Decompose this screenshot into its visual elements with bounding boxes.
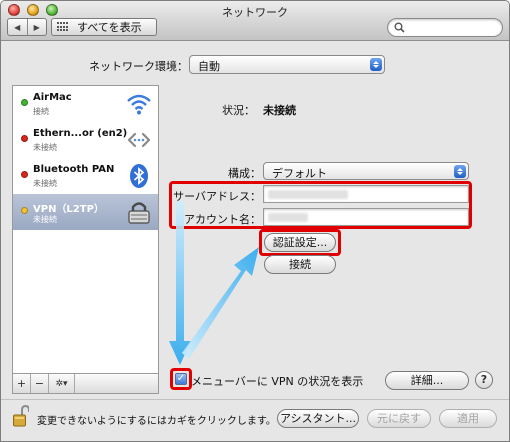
service-item-airmac[interactable]: AirMac 接続 xyxy=(13,86,158,122)
menubar-vpn-label: メニューバーに VPN の状況を表示 xyxy=(191,375,364,388)
lock-icon[interactable] xyxy=(13,405,29,427)
grid-icon xyxy=(57,22,69,32)
vpn-lock-icon xyxy=(128,202,150,224)
service-status: 未接続 xyxy=(33,143,57,152)
arrow-up-to-auth-button xyxy=(182,247,259,359)
add-service-button[interactable]: + xyxy=(13,374,31,393)
revert-button[interactable]: 元に戻す xyxy=(367,409,431,428)
footer-separator xyxy=(1,399,509,400)
service-list: AirMac 接続 Ethern...or (en2) 未接続 Bluetoot… xyxy=(12,85,159,381)
service-name: Bluetooth PAN xyxy=(33,164,115,175)
menubar-vpn-checkbox[interactable]: ✓ xyxy=(175,373,187,385)
account-name-field[interactable] xyxy=(263,208,469,226)
service-name: VPN（L2TP） xyxy=(33,204,104,215)
show-all-label: すべてを表示 xyxy=(77,21,142,34)
configuration-label: 構成： xyxy=(228,167,261,180)
navigation-buttons: ◀ ▶ xyxy=(7,18,47,36)
bluetooth-icon xyxy=(130,164,148,188)
server-address-field[interactable] xyxy=(263,185,469,203)
service-status: 未接続 xyxy=(33,215,57,224)
lock-instruction-text: 変更できないようにするにはカギをクリックします。 xyxy=(37,416,276,427)
account-name-label: アカウント名： xyxy=(184,213,261,226)
status-dot xyxy=(21,207,28,214)
configuration-value: デフォルト xyxy=(272,167,327,180)
wifi-icon xyxy=(127,94,151,115)
remove-service-button[interactable]: − xyxy=(31,374,49,393)
forward-button[interactable]: ▶ xyxy=(26,19,47,35)
service-status: 接続 xyxy=(33,107,49,116)
title-bar: ネットワーク ◀ ▶ すべてを表示 xyxy=(1,1,509,41)
show-all-button[interactable]: すべてを表示 xyxy=(51,18,157,36)
action-menu-button[interactable]: ✲▾ xyxy=(49,374,75,393)
service-status: 未接続 xyxy=(33,179,57,188)
redacted-value xyxy=(268,190,348,199)
assistant-button[interactable]: アシスタント... xyxy=(277,409,359,428)
service-name: Ethern...or (en2) xyxy=(33,128,128,139)
status-dot xyxy=(21,135,28,142)
location-select[interactable]: 自動 xyxy=(189,55,385,74)
redacted-value xyxy=(268,213,308,222)
service-item-bluetooth-pan[interactable]: Bluetooth PAN 未接続 xyxy=(13,158,158,194)
server-address-label: サーバアドレス： xyxy=(173,190,261,203)
status-dot xyxy=(21,99,28,106)
search-icon xyxy=(394,22,405,33)
search-field[interactable] xyxy=(387,18,503,37)
status-value: 未接続 xyxy=(263,104,296,117)
network-preferences-window: ネットワーク ◀ ▶ すべてを表示 ネットワーク環境： 自動 AirMac 接続… xyxy=(0,0,510,442)
status-label: 状況： xyxy=(222,104,255,117)
status-dot xyxy=(21,171,28,178)
advanced-button[interactable]: 詳細... xyxy=(385,371,469,390)
connect-button[interactable]: 接続 xyxy=(264,255,336,274)
ethernet-icon xyxy=(127,132,151,148)
location-label: ネットワーク環境： xyxy=(89,60,188,73)
location-value: 自動 xyxy=(198,60,220,73)
service-list-buttons: + − ✲▾ xyxy=(12,373,159,394)
popup-arrows-icon xyxy=(370,58,382,71)
popup-arrows-icon xyxy=(454,165,466,178)
service-name: AirMac xyxy=(33,92,72,103)
back-button[interactable]: ◀ xyxy=(8,19,27,35)
service-item-ethernet[interactable]: Ethern...or (en2) 未接続 xyxy=(13,122,158,158)
authentication-settings-button[interactable]: 認証設定... xyxy=(264,233,336,252)
service-item-vpn-l2tp[interactable]: VPN（L2TP） 未接続 xyxy=(13,194,158,230)
apply-button[interactable]: 適用 xyxy=(439,409,497,428)
configuration-select[interactable]: デフォルト xyxy=(263,162,469,180)
help-button[interactable]: ? xyxy=(475,371,493,389)
